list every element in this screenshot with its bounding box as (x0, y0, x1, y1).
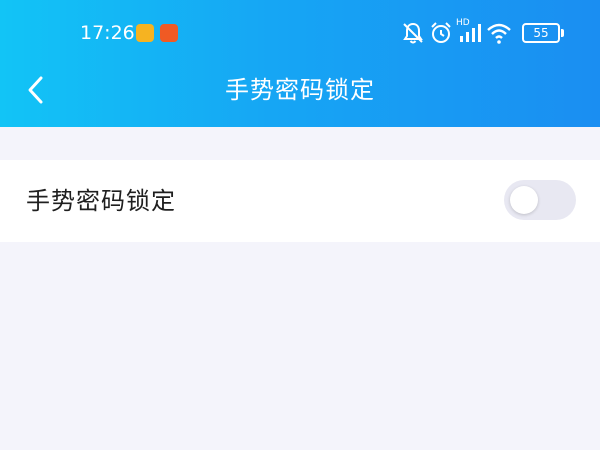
status-icons: HD 55 (400, 18, 564, 46)
alarm-icon (431, 22, 451, 43)
status-time: 17:26 (80, 22, 135, 44)
gesture-lock-label: 手势密码锁定 (26, 187, 176, 215)
files-app-icon (136, 24, 154, 42)
battery-icon: 55 (522, 23, 564, 43)
signal-icon (460, 24, 481, 42)
wifi-icon (487, 23, 511, 44)
gesture-lock-toggle[interactable] (504, 180, 576, 220)
nav-bar: 手势密码锁定 (0, 66, 600, 114)
toggle-knob (510, 186, 538, 214)
battery-level: 55 (533, 26, 549, 40)
video-app-icon (160, 24, 178, 42)
status-bar: 17:26 HD 55 (0, 0, 600, 66)
mute-bell-icon (403, 22, 423, 44)
app-header: 17:26 HD 55 手势密码锁定 (0, 0, 600, 127)
page-title: 手势密码锁定 (225, 76, 375, 104)
